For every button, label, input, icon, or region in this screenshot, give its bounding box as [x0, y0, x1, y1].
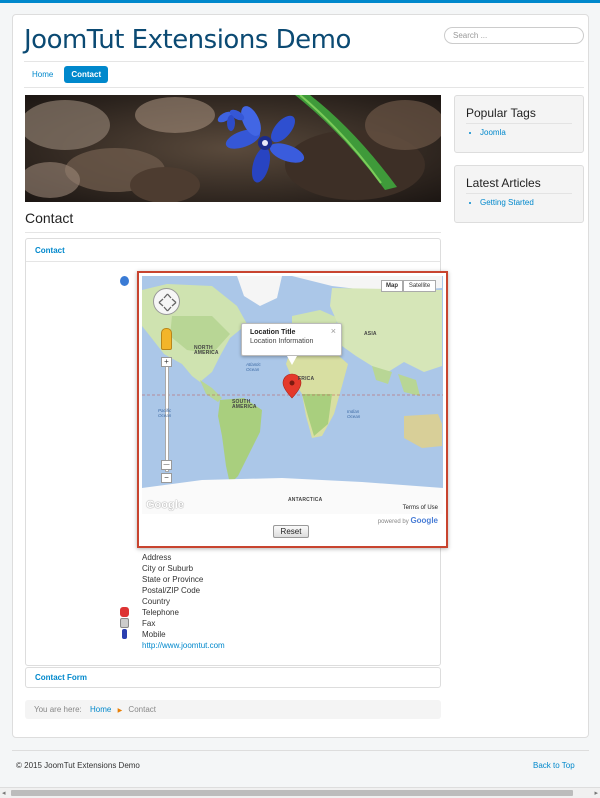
- address-postcode: Postal/ZIP Code: [142, 586, 201, 595]
- breadcrumb-current: Contact: [128, 705, 156, 714]
- breadcrumb: You are here: Home ▶ Contact: [25, 700, 441, 719]
- map-canvas[interactable]: Map Satellite + ― − NORTH AMERICA SOUTH …: [142, 276, 443, 514]
- latest-articles-title: Latest Articles: [466, 176, 572, 194]
- info-window-description: Location Information: [250, 338, 314, 345]
- street-view-pegman-icon[interactable]: [161, 328, 172, 350]
- footer-copyright: © 2015 JoomTut Extensions Demo: [16, 761, 140, 770]
- contact-form-toggle[interactable]: Contact Form: [26, 668, 440, 687]
- zoom-out-button[interactable]: −: [161, 473, 172, 483]
- google-logo[interactable]: Google: [146, 499, 184, 511]
- nav-item-home[interactable]: Home: [25, 66, 60, 83]
- contact-panel-toggle[interactable]: Contact: [26, 239, 440, 262]
- horizontal-scrollbar[interactable]: ◂ ▸: [0, 787, 600, 798]
- zoom-in-button[interactable]: +: [161, 357, 172, 367]
- address-telephone: Telephone: [142, 608, 179, 617]
- map-label-north-america: NORTH AMERICA: [194, 345, 219, 356]
- heading-divider: [25, 232, 441, 233]
- info-window-pointer: [287, 356, 297, 365]
- map-info-window: Location Title Location Information ×: [241, 323, 342, 356]
- powered-by-text: powered by: [377, 519, 409, 525]
- reset-button[interactable]: Reset: [273, 525, 309, 538]
- map-label-africa: FRICA: [298, 376, 315, 382]
- telephone-icon: [120, 607, 129, 617]
- popular-tags-title: Popular Tags: [466, 106, 572, 124]
- site-title[interactable]: JoomTut Extensions Demo: [24, 25, 351, 55]
- fax-icon: [120, 618, 129, 628]
- map-widget: Map Satellite + ― − NORTH AMERICA SOUTH …: [137, 271, 448, 548]
- page-container: JoomTut Extensions Demo Search ... Home …: [12, 14, 589, 738]
- nav-item-contact[interactable]: Contact: [64, 66, 109, 83]
- contact-form-panel: Contact Form: [25, 667, 441, 688]
- address-city: City or Suburb: [142, 564, 194, 573]
- banner-image: [25, 95, 441, 202]
- top-accent-bar: [0, 0, 600, 3]
- breadcrumb-prefix: You are here:: [34, 705, 82, 714]
- mobile-icon: [122, 629, 127, 639]
- website-link[interactable]: http://www.joomtut.com: [142, 640, 225, 651]
- address-country: Country: [142, 597, 171, 606]
- map-label-atlantic: Atlantic Ocean: [246, 362, 261, 372]
- breadcrumb-home-link[interactable]: Home: [90, 705, 111, 714]
- scroll-left-icon[interactable]: ◂: [2, 789, 6, 797]
- footer-divider: [12, 750, 589, 751]
- map-label-asia: ASIA: [364, 331, 377, 337]
- address-street: Address: [142, 553, 172, 562]
- map-type-map-button[interactable]: Map: [381, 280, 403, 292]
- article-link-getting-started[interactable]: Getting Started: [480, 198, 572, 207]
- popular-tags-module: Popular Tags Joomla: [454, 95, 584, 153]
- page-heading: Contact: [25, 210, 74, 226]
- back-to-top-link[interactable]: Back to Top: [533, 761, 575, 770]
- zoom-handle[interactable]: ―: [161, 460, 172, 470]
- close-icon[interactable]: ×: [331, 326, 336, 336]
- latest-articles-module: Latest Articles Getting Started: [454, 165, 584, 223]
- main-nav: Home Contact: [25, 66, 109, 83]
- info-window-title: Location Title: [250, 329, 296, 336]
- nav-divider: [24, 61, 584, 62]
- powered-by-google: powered by Google: [378, 516, 438, 525]
- scroll-right-icon[interactable]: ▸: [594, 789, 598, 797]
- tag-link-joomla[interactable]: Joomla: [480, 128, 572, 137]
- address-state: State or Province: [142, 575, 204, 584]
- map-label-indian: Indian Ocean: [347, 409, 361, 419]
- powered-by-brand: Google: [410, 516, 438, 525]
- map-type-satellite-button[interactable]: Satellite: [403, 280, 436, 292]
- address-fax: Fax: [142, 619, 156, 628]
- zoom-slider[interactable]: [165, 366, 169, 472]
- search-input[interactable]: Search ...: [444, 27, 584, 44]
- terms-of-use-link[interactable]: Terms of Use: [403, 505, 438, 511]
- map-label-pacific: Pacific Ocean: [158, 408, 172, 418]
- breadcrumb-separator-icon: ▶: [117, 708, 123, 714]
- map-label-antarctica: ANTARCTICA: [288, 497, 323, 503]
- pan-control-icon[interactable]: [153, 288, 180, 315]
- address-mobile: Mobile: [142, 630, 166, 639]
- nav-divider-bottom: [24, 87, 584, 88]
- map-label-south-america: SOUTH AMERICA: [232, 399, 257, 410]
- scrollbar-thumb[interactable]: [11, 790, 573, 796]
- map-location-icon: [120, 276, 129, 286]
